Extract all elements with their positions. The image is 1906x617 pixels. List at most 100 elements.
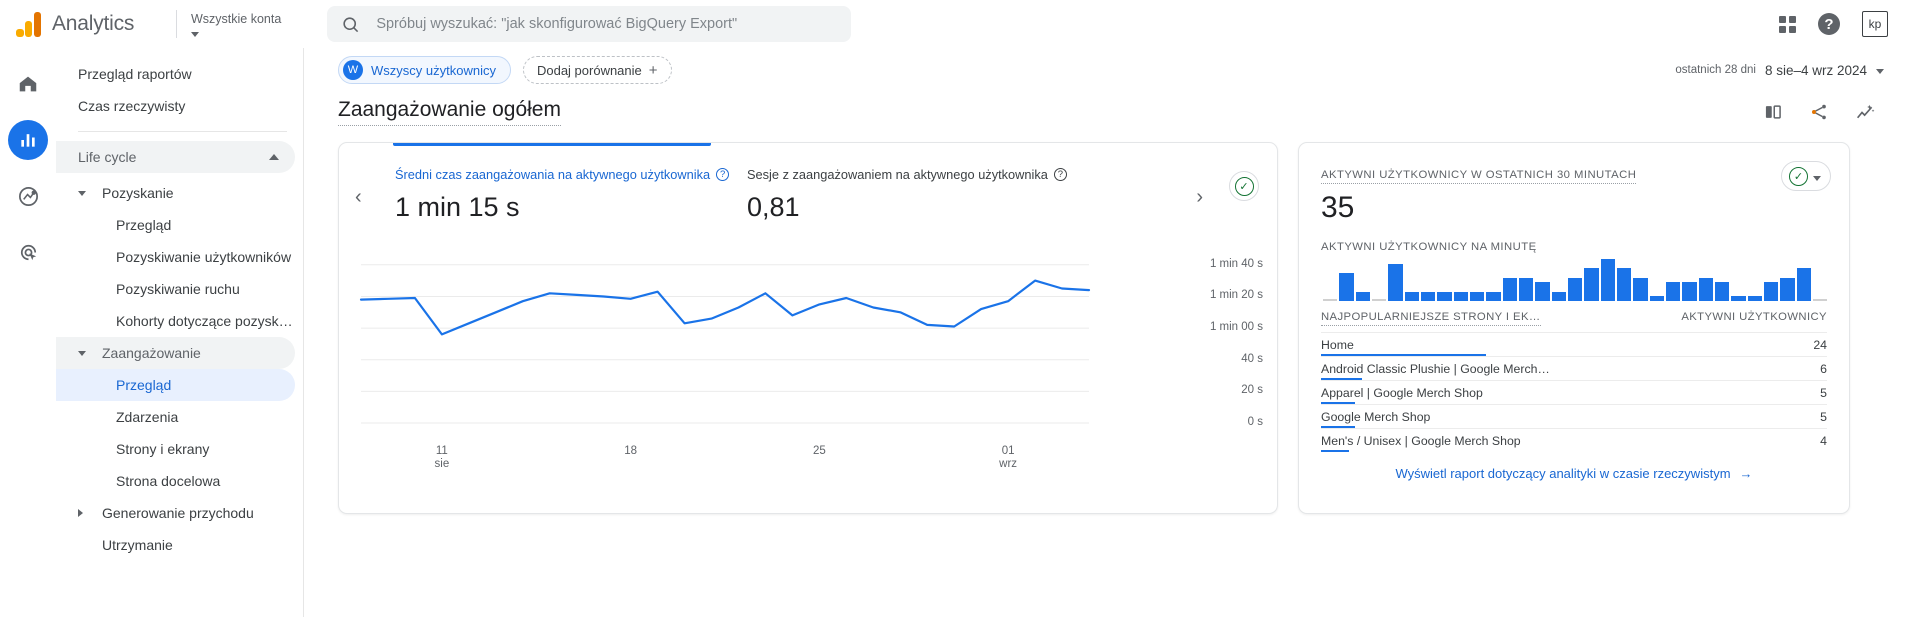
minute-bar [1665, 282, 1681, 301]
minute-bar [1812, 299, 1828, 301]
avatar[interactable]: kp [1862, 11, 1888, 37]
check-circle-icon: ✓ [1234, 176, 1254, 196]
metric-value: 0,81 [747, 192, 800, 222]
sidebar-section-zaangazowanie[interactable]: Zaangażowanie [56, 337, 295, 369]
date-range-selector[interactable]: ostatnich 28 dni 8 sie–4 wrz 2024 [1675, 63, 1884, 78]
logo-area: Analytics [0, 11, 170, 37]
rail-item-home[interactable] [8, 64, 48, 104]
table-row[interactable]: Home 24 [1299, 332, 1849, 356]
cards-row: ‹ › Średni czas zaangażowania na aktywne… [304, 126, 1906, 514]
header-actions: ? kp [1779, 11, 1906, 37]
cell-users: 4 [1820, 433, 1827, 448]
minute-bar [1420, 291, 1436, 301]
sidebar-group-life-cycle[interactable]: Life cycle [56, 141, 295, 173]
sidebar-item-pozyskiwanie-uzytkownikow[interactable]: Pozyskiwanie użytkowników [56, 241, 295, 273]
sidebar-item-label: Przegląd [116, 377, 172, 393]
rail-item-advertising[interactable] [8, 232, 48, 272]
minute-bar [1437, 291, 1452, 301]
prev-metric-button[interactable]: ‹ [355, 187, 362, 207]
rail-item-reports[interactable] [8, 120, 48, 160]
minute-bar [1567, 277, 1583, 301]
x-axis-tick: 01 wrz [999, 445, 1018, 470]
minute-bar [1339, 273, 1354, 301]
metric-avg-engagement-time[interactable]: Średni czas zaangażowania na aktywnego u… [395, 167, 747, 223]
realtime-status-button[interactable]: ✓ [1781, 161, 1831, 191]
sidebar-item-strony-i-ekrany[interactable]: Strony i ekrany [56, 433, 295, 465]
realtime-report-link[interactable]: Wyświetl raport dotyczący analityki w cz… [1299, 452, 1849, 481]
minute-bar [1355, 291, 1370, 301]
page-title: Zaangażowanie ogółem [338, 98, 561, 126]
add-comparison-button[interactable]: Dodaj porównanie + [522, 56, 672, 84]
table-row[interactable]: Men's / Unisex | Google Merch Shop 4 [1299, 428, 1849, 452]
compare-button[interactable] [1763, 102, 1783, 122]
sidebar-item-utrzymanie[interactable]: Utrzymanie [56, 529, 295, 561]
bar-chart-icon [21, 134, 35, 147]
realtime-table-body: Home 24 Android Classic Plushie | Google M… [1299, 332, 1849, 452]
rail-item-explore[interactable] [8, 176, 48, 216]
sidebar-section-pozyskanie[interactable]: Pozyskanie [56, 177, 295, 209]
apps-grid-icon[interactable] [1779, 15, 1796, 33]
minute-bar [1731, 296, 1746, 301]
data-status-button[interactable]: ✓ [1229, 171, 1259, 201]
next-metric-button[interactable]: › [1196, 187, 1203, 207]
realtime-card: AKTYWNI UŻYTKOWNICY W OSTATNICH 30 MINUT… [1298, 142, 1850, 514]
table-row[interactable]: Android Classic Plushie | Google Merch… 6 [1299, 356, 1849, 380]
minute-bar [1649, 296, 1664, 301]
sidebar-item-reports-overview[interactable]: Przegląd raportów [56, 58, 295, 90]
table-row[interactable]: Apparel | Google Merch Shop 5 [1299, 380, 1849, 404]
minute-bar [1469, 291, 1485, 301]
sidebar-item-pozyskanie-przeglad[interactable]: Przegląd [56, 209, 295, 241]
minute-bar [1616, 268, 1632, 301]
minute-bar [1747, 296, 1762, 301]
table-row-inner: Android Classic Plushie | Google Merch… 6 [1321, 356, 1827, 380]
sidebar-section-label: Pozyskanie [102, 185, 174, 201]
sidebar-item-kohorty[interactable]: Kohorty dotyczące pozysk… [56, 305, 295, 337]
chevron-down-icon [1813, 176, 1821, 181]
account-selector[interactable]: Wszystkie konta [191, 12, 281, 37]
cell-users: 6 [1820, 361, 1827, 376]
table-row[interactable]: Google Merch Shop 5 [1299, 404, 1849, 428]
google-analytics-logo [16, 11, 42, 37]
search-input[interactable]: Spróbuj wyszukać: "jak skonfigurować Big… [327, 6, 852, 42]
realtime-report-link-label: Wyświetl raport dotyczący analityki w cz… [1395, 466, 1731, 481]
sidebar-item-label: Utrzymanie [102, 537, 173, 553]
minute-bar [1404, 291, 1419, 301]
minute-bar [1371, 299, 1387, 301]
advertising-target-icon [20, 244, 36, 260]
sidebar-section-generowanie-przychodu[interactable]: Generowanie przychodu [56, 497, 295, 529]
column-header-page: NAJPOPULARNIEJSZE STRONY I EK… [1321, 311, 1541, 326]
sidebar-item-zaangazowanie-przeglad[interactable]: Przegląd [56, 369, 295, 401]
plus-icon: + [648, 61, 658, 79]
sidebar-item-label: Kohorty dotyczące pozysk… [116, 313, 293, 329]
cell-users: 24 [1813, 337, 1827, 352]
check-circle-icon: ✓ [1789, 166, 1808, 186]
metric-engaged-sessions[interactable]: Sesje z zaangażowaniem na aktywnego użyt… [747, 167, 1107, 223]
minute-bar [1388, 263, 1403, 301]
sidebar-item-strona-docelowa[interactable]: Strona docelowa [56, 465, 295, 497]
help-circle-icon[interactable]: ? [716, 168, 730, 181]
metric-label: Średni czas zaangażowania na aktywnego u… [395, 167, 711, 182]
sidebar-item-zdarzenia[interactable]: Zdarzenia [56, 401, 295, 433]
minute-bar [1551, 291, 1566, 301]
y-axis-tick: 1 min 40 s [1209, 257, 1263, 270]
share-icon [1812, 104, 1826, 120]
add-comparison-label: Dodaj porównanie [536, 62, 642, 78]
x-axis-tick: 25 [812, 445, 826, 457]
help-icon[interactable]: ? [1818, 13, 1840, 35]
minute-bar [1714, 282, 1730, 301]
metric-label: Sesje z zaangażowaniem na aktywnego użyt… [747, 167, 1048, 182]
triangle-right-icon [78, 509, 83, 517]
minute-bar [1796, 268, 1811, 301]
sidebar-item-pozyskiwanie-ruchu[interactable]: Pozyskiwanie ruchu [56, 273, 295, 305]
minute-bar [1600, 259, 1615, 301]
engagement-overview-card: ‹ › Średni czas zaangażowania na aktywne… [338, 142, 1278, 514]
insights-button[interactable] [1855, 102, 1876, 123]
segment-chip-all-users[interactable]: W Wszyscy użytkownicy [338, 56, 511, 84]
table-row-inner: Home 24 [1321, 332, 1827, 356]
sidebar-item-realtime[interactable]: Czas rzeczywisty [56, 90, 295, 122]
divider [78, 131, 287, 132]
chevron-down-icon [191, 31, 199, 37]
metrics-row: ‹ › Średni czas zaangażowania na aktywne… [339, 143, 1277, 223]
share-button[interactable] [1809, 102, 1829, 122]
help-circle-icon[interactable]: ? [1053, 168, 1067, 181]
